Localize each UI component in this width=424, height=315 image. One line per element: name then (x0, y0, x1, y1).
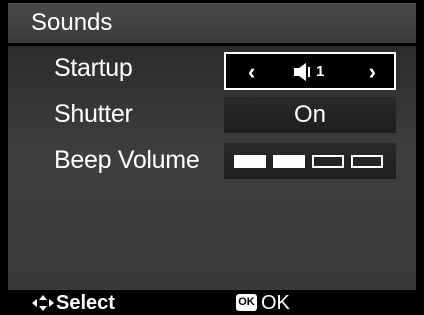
menu-item-label: Startup (54, 54, 133, 82)
volume-segment (312, 155, 344, 168)
ok-button-icon: OK (236, 294, 257, 311)
select-label: Select (56, 292, 115, 314)
camera-menu-screen: Sounds Startup ‹ 1 › Shutter On Beep Vol… (0, 0, 424, 315)
ok-label: OK (261, 292, 290, 314)
chevron-right-icon[interactable]: › (369, 59, 376, 85)
startup-value: 1 (292, 61, 342, 85)
menu-item-label: Shutter (54, 100, 133, 128)
footer-hints: Select OK OK (0, 290, 424, 315)
sounds-menu: Startup ‹ 1 › Shutter On Beep Volume (8, 46, 416, 290)
volume-level-bar[interactable] (234, 155, 384, 168)
speaker-icon (294, 63, 310, 81)
menu-item-beep-volume[interactable]: Beep Volume (8, 138, 416, 184)
shutter-value-box[interactable]: On (224, 97, 396, 133)
startup-sound-selector[interactable]: ‹ 1 › (224, 52, 396, 90)
menu-item-label: Beep Volume (54, 146, 200, 174)
page-title: Sounds (31, 9, 113, 36)
navigate-arrows-icon (32, 295, 54, 311)
menu-item-startup[interactable]: Startup ‹ 1 › (8, 46, 416, 92)
volume-segment (273, 155, 305, 168)
volume-segment (234, 155, 266, 168)
volume-segment (351, 155, 383, 168)
chevron-left-icon[interactable]: ‹ (248, 59, 255, 85)
menu-item-shutter[interactable]: Shutter On (8, 92, 416, 138)
title-bar: Sounds (8, 3, 416, 43)
shutter-value: On (293, 101, 326, 128)
startup-sound-number: 1 (316, 63, 325, 80)
